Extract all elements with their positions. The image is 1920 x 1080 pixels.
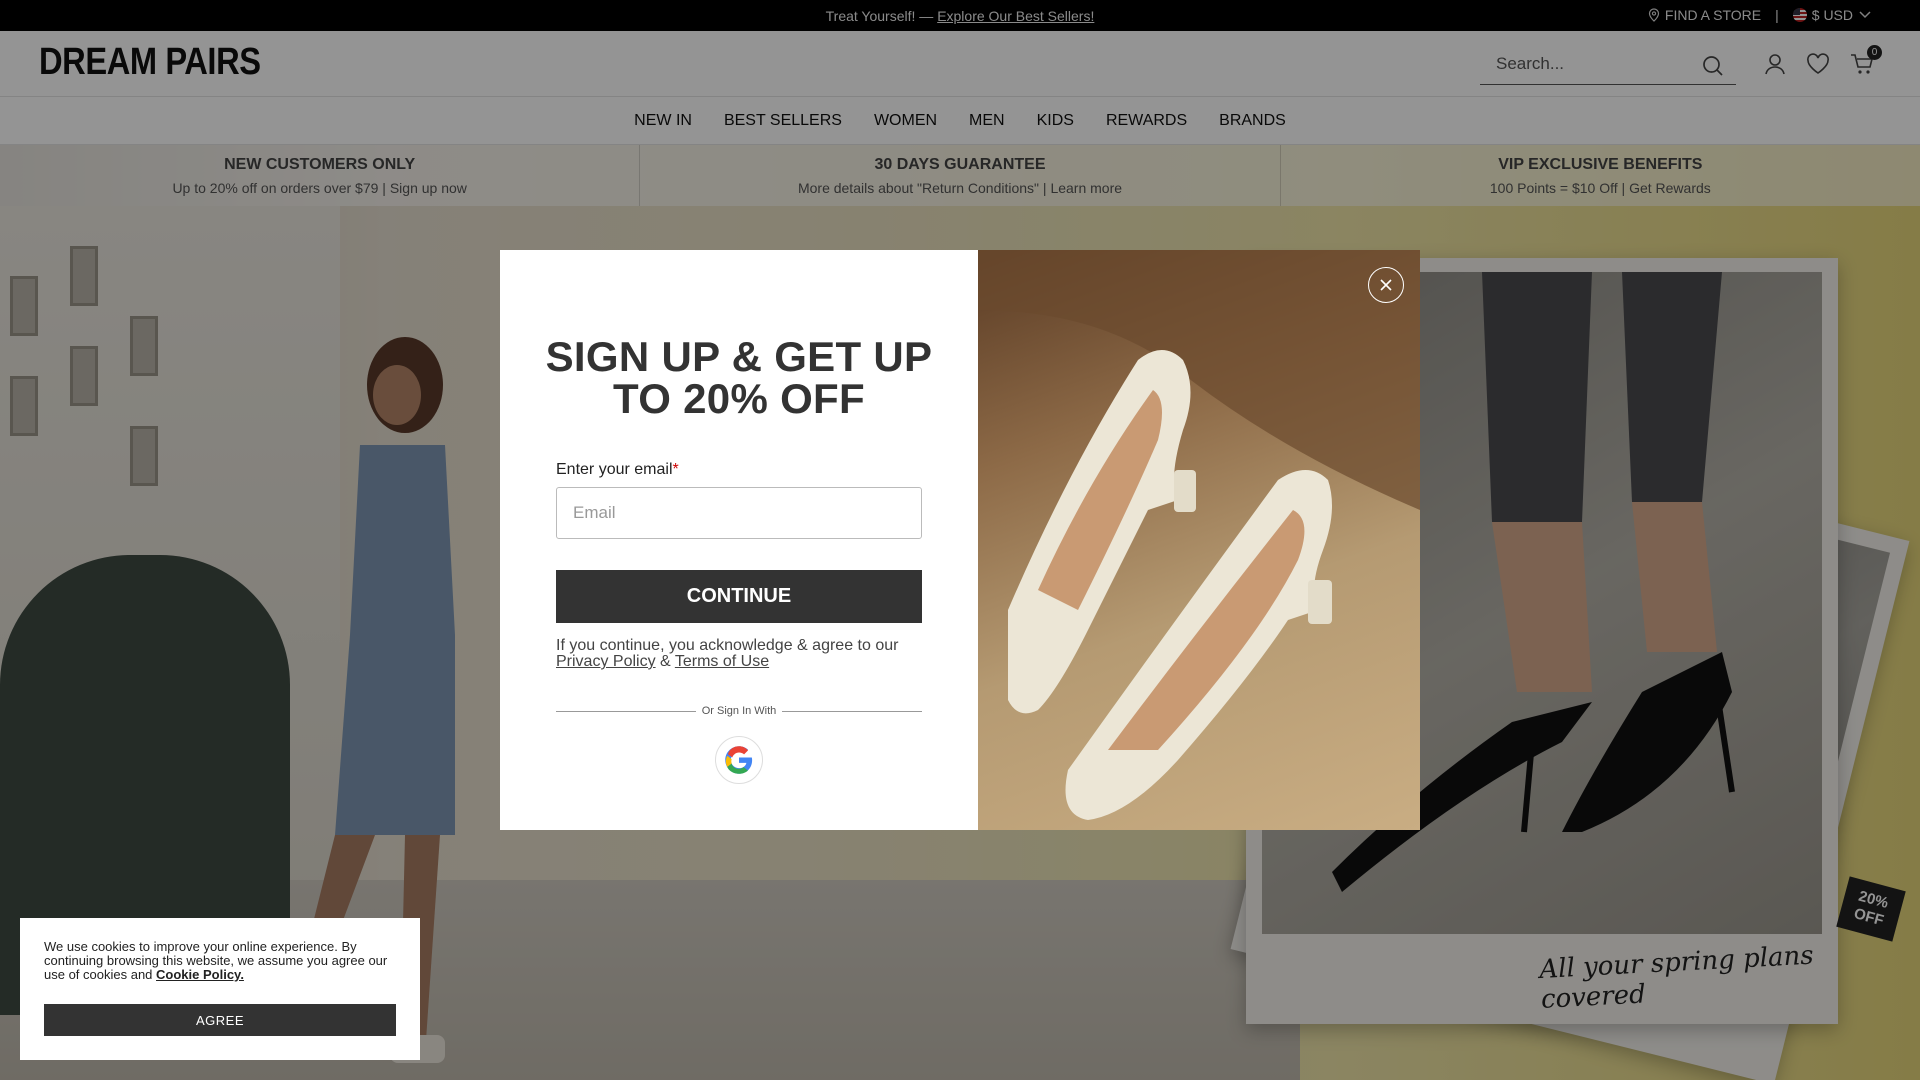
sign-in-divider: Or Sign In With — [556, 704, 923, 718]
signup-modal: SIGN UP & GET UP TO 20% OFF Enter your e… — [500, 250, 1420, 830]
cookie-text: We use cookies to improve your online ex… — [44, 939, 388, 982]
terms-of-use-link[interactable]: Terms of Use — [675, 653, 769, 670]
signup-heading: SIGN UP & GET UP TO 20% OFF — [545, 333, 933, 422]
privacy-policy-link[interactable]: Privacy Policy — [556, 653, 656, 670]
email-label: Enter your email* — [556, 461, 679, 478]
required-mark: * — [672, 461, 679, 478]
close-icon — [1380, 279, 1392, 291]
close-modal-button[interactable] — [1368, 267, 1404, 303]
legal-notice: If you continue, you acknowledge & agree… — [556, 638, 922, 670]
modal-product-image — [978, 250, 1420, 830]
legal-text: If you continue, you acknowledge & agree… — [556, 637, 899, 654]
cookie-banner: We use cookies to improve your online ex… — [20, 918, 420, 1060]
google-icon — [725, 746, 753, 774]
google-sign-in-button[interactable] — [715, 736, 763, 784]
continue-button[interactable]: CONTINUE — [556, 570, 922, 623]
divider-text: Or Sign In With — [701, 705, 777, 717]
agree-button[interactable]: AGREE — [44, 1004, 396, 1036]
white-pumps-image — [978, 250, 1420, 820]
email-field[interactable] — [556, 487, 922, 539]
cookie-policy-link[interactable]: Cookie Policy. — [156, 967, 244, 982]
signup-form: SIGN UP & GET UP TO 20% OFF Enter your e… — [500, 250, 978, 830]
legal-ampersand: & — [655, 653, 675, 670]
